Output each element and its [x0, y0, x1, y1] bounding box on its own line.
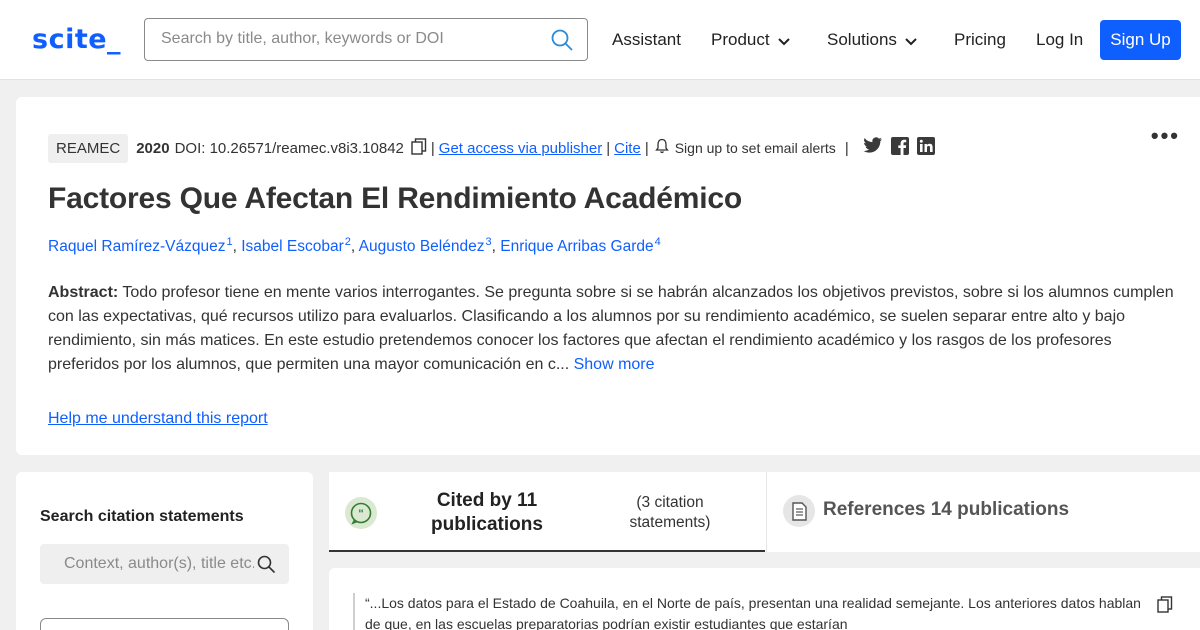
document-icon [783, 495, 815, 527]
citation-search-box[interactable] [40, 544, 289, 584]
copy-doi-icon[interactable] [411, 137, 427, 159]
abstract-label: Abstract: [48, 284, 119, 301]
signup-button[interactable]: Sign Up [1100, 20, 1181, 60]
author-link[interactable]: Isabel Escobar2 [241, 236, 351, 255]
citation-search-input[interactable] [64, 555, 254, 573]
show-more-link[interactable]: Show more [574, 356, 655, 373]
citation-tabs: " Cited by 11 publications (3 citation s… [329, 472, 1200, 552]
journal-badge[interactable]: REAMEC [48, 133, 129, 163]
twitter-icon[interactable] [863, 137, 883, 159]
author-link[interactable]: Enrique Arribas Garde4 [500, 236, 660, 255]
nav-pricing[interactable]: Pricing [954, 30, 1006, 50]
cite-link[interactable]: Cite [614, 140, 641, 157]
cited-by-count: Cited by 11 publications [431, 490, 543, 535]
nav-solutions[interactable]: Solutions [827, 30, 917, 51]
paper-card: REAMEC 2020 DOI: 10.26571/reamec.v8i3.10… [16, 97, 1200, 455]
citation-bubble-icon: " [345, 497, 377, 529]
global-search-input[interactable] [161, 30, 541, 48]
chevron-down-icon [905, 31, 917, 51]
paper-meta-line: REAMEC 2020 DOI: 10.26571/reamec.v8i3.10… [48, 133, 935, 163]
sort-select[interactable] [40, 618, 289, 630]
copy-icon[interactable] [1157, 596, 1173, 618]
references-count: References 14 publications [823, 499, 1070, 520]
help-understand-link[interactable]: Help me understand this report [48, 410, 268, 428]
linkedin-icon[interactable] [916, 137, 935, 159]
svg-text:": " [358, 508, 364, 521]
abstract: Abstract: Todo profesor tiene en mente v… [48, 281, 1178, 377]
doi-text: DOI: 10.26571/reamec.v8i3.10842 [174, 139, 404, 157]
publication-year: 2020 [136, 139, 170, 157]
nav-assistant[interactable]: Assistant [612, 30, 681, 50]
citation-statements-count: (3 citation statements) [629, 494, 711, 531]
more-options-icon[interactable]: ••• [1151, 123, 1180, 149]
divider: | [606, 139, 611, 157]
divider: | [430, 139, 435, 157]
search-icon[interactable] [551, 29, 573, 56]
citation-search-sidebar: Search citation statements [16, 472, 313, 630]
tab-cited-by[interactable]: " Cited by 11 publications (3 citation s… [329, 472, 765, 552]
bell-icon[interactable] [654, 138, 669, 158]
email-alerts-link[interactable]: Sign up to set email alerts [675, 140, 836, 156]
top-header: scite_ Assistant Product Solutions Prici… [0, 0, 1200, 80]
global-search-box[interactable] [144, 18, 588, 61]
author-link[interactable]: Raquel Ramírez-Vázquez1 [48, 236, 233, 255]
search-icon[interactable] [257, 555, 275, 578]
get-access-link[interactable]: Get access via publisher [439, 140, 602, 157]
share-icons [863, 137, 935, 159]
divider: | [644, 139, 649, 157]
nav-product-label: Product [711, 30, 770, 49]
nav-product[interactable]: Product [711, 30, 790, 51]
sidebar-title: Search citation statements [40, 508, 244, 525]
divider: | [844, 139, 849, 157]
chevron-down-icon [777, 31, 790, 51]
author-list: Raquel Ramírez-Vázquez1, Isabel Escobar2… [48, 236, 661, 256]
nav-login[interactable]: Log In [1036, 30, 1083, 50]
nav-solutions-label: Solutions [827, 30, 897, 49]
tab-references[interactable]: References 14 publications [766, 472, 1200, 552]
scite-logo[interactable]: scite_ [32, 24, 121, 55]
paper-title: Factores Que Afectan El Rendimiento Acad… [48, 182, 742, 215]
facebook-icon[interactable] [890, 137, 909, 159]
citation-statement-card: “...Los datos para el Estado de Coahuila… [329, 568, 1200, 630]
citation-quote: “...Los datos para el Estado de Coahuila… [353, 593, 1143, 630]
author-link[interactable]: Augusto Beléndez3 [359, 236, 492, 255]
